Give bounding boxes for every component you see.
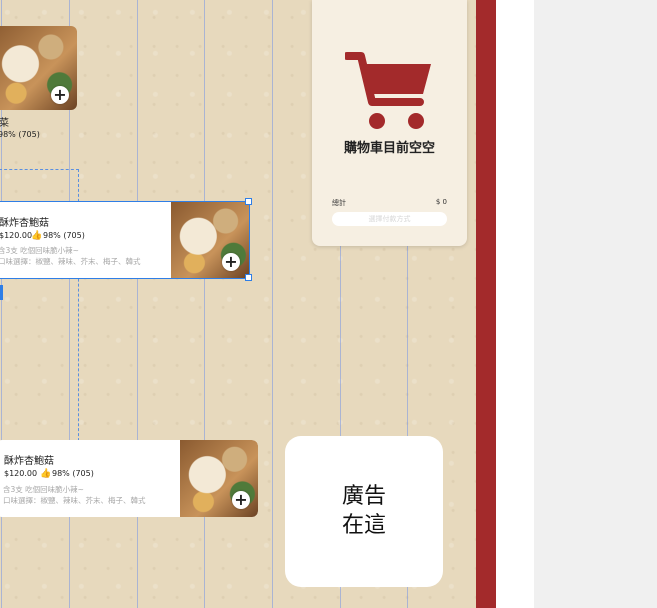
menu-item-card[interactable]: 酥炸杏鮑菇 $120.00 👍 98% (705) 含3支 吃個回味脆小辣~ 口…: [0, 201, 250, 279]
plus-icon[interactable]: +: [51, 86, 69, 104]
right-panel: [534, 0, 657, 608]
cart-total-label: 總計: [332, 199, 346, 207]
guide-line: [272, 0, 273, 608]
page-gap: [496, 0, 534, 608]
plus-icon[interactable]: +: [222, 253, 240, 271]
ad-box[interactable]: 廣告 在這: [285, 436, 443, 587]
menu-item-name: 酥炸杏鮑菇: [4, 456, 54, 467]
selection-handle[interactable]: [245, 198, 252, 205]
menu-item-desc: 口味選擇：椒鹽、辣味、芥末、梅子、韓式: [3, 496, 146, 505]
selection-marker: [0, 285, 3, 300]
menu-item-desc: 口味選擇：椒鹽、辣味、芥末、梅子、韓式: [0, 257, 141, 266]
cart-panel: 購物車目前空空 總計 $ 0 選擇付款方式: [312, 0, 467, 246]
canvas: + 菜 98% (705) 酥炸杏鮑菇 $120.00 👍 98% (705) …: [0, 0, 476, 608]
choose-payment-button[interactable]: 選擇付款方式: [332, 212, 447, 226]
menu-item-rating: 98% (705): [0, 130, 40, 139]
thumbs-up-icon: 👍: [40, 469, 52, 479]
menu-item-price: $120.00: [0, 231, 33, 240]
ad-text: 廣告 在這: [285, 482, 443, 540]
thumbs-up-icon: 👍: [31, 231, 43, 241]
menu-item-rating: 98% (705): [43, 231, 85, 240]
menu-item-card[interactable]: 酥炸杏鮑菇 $120.00 👍 98% (705) 含3支 吃個回味脆小辣~ 口…: [0, 440, 258, 517]
menu-item-card[interactable]: + 菜 98% (705): [0, 26, 78, 139]
menu-item-name: 酥炸杏鮑菇: [0, 218, 49, 229]
menu-item-desc: 含3支 吃個回味脆小辣~: [3, 485, 84, 494]
menu-item-rating: 98% (705): [52, 469, 94, 478]
ad-line: 廣告: [341, 484, 386, 509]
menu-item-desc: 含3支 吃個回味脆小辣~: [0, 246, 79, 255]
cart-total-value: $ 0: [435, 198, 447, 206]
cart-empty-text: 購物車目前空空: [343, 141, 435, 156]
plus-icon[interactable]: +: [232, 491, 250, 509]
cart-icon: [345, 52, 431, 129]
ad-line: 在這: [341, 513, 386, 538]
selection-handle[interactable]: [245, 274, 252, 281]
brand-sidebar-bar: [476, 0, 496, 608]
menu-item-name: 菜: [0, 118, 9, 129]
menu-item-price: $120.00: [4, 469, 38, 478]
